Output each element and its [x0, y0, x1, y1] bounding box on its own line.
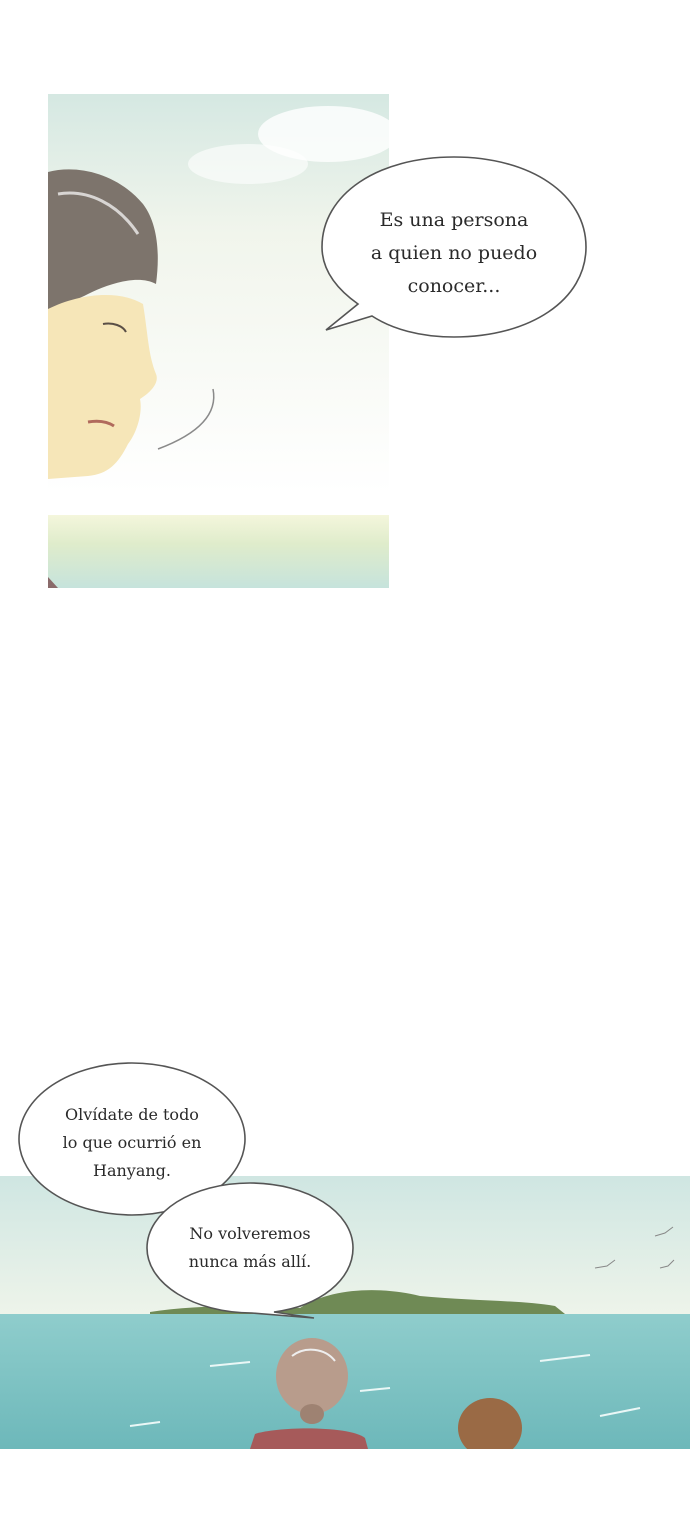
speech-bubble-3-text: No volveremos nunca más allí. — [144, 1220, 356, 1276]
speech-bubble-3: No volveremos nunca más allí. — [144, 1180, 356, 1320]
speech-line: conocer... — [407, 275, 501, 297]
sky-strip-image — [48, 515, 389, 588]
speech-line: Olvídate de todo — [65, 1105, 199, 1124]
speech-line: lo que ocurrió en — [62, 1133, 202, 1152]
speech-line: No volveremos — [189, 1224, 311, 1243]
speech-line: a quien no puedo — [370, 242, 538, 264]
speech-bubble-1-text: Es una persona a quien no puedo conocer.… — [320, 204, 588, 303]
comic-panel-sky-strip — [48, 515, 389, 588]
speech-bubble-1: Es una persona a quien no puedo conocer.… — [320, 154, 588, 340]
speech-line: Es una persona — [379, 209, 529, 231]
speech-line: nunca más allí. — [188, 1252, 312, 1271]
speech-bubble-2-text: Olvídate de todo lo que ocurrió en Hanya… — [17, 1101, 247, 1185]
